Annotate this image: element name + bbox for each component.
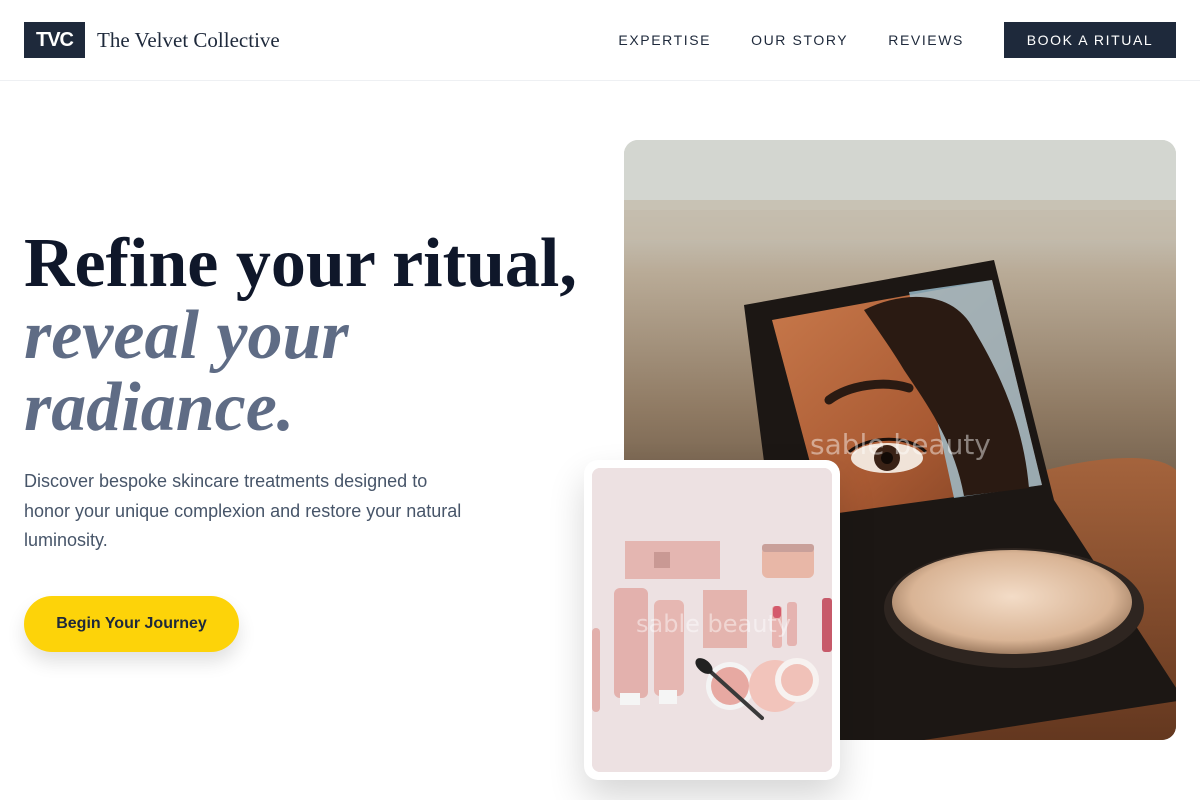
headline-line-3: radiance. xyxy=(24,369,295,446)
image-watermark: sable beauty xyxy=(810,428,991,461)
logo[interactable]: TVC xyxy=(24,22,85,58)
product-image-watermark: sable beauty xyxy=(636,610,792,638)
headline-line-1: Refine your ritual, xyxy=(24,225,577,302)
book-ritual-button[interactable]: BOOK A RITUAL xyxy=(1004,22,1176,58)
nav-link-expertise[interactable]: EXPERTISE xyxy=(618,32,711,48)
main-nav: EXPERTISE OUR STORY REVIEWS BOOK A RITUA… xyxy=(618,0,1176,80)
product-flatlay-image: sable beauty xyxy=(592,468,832,772)
headline-line-2: reveal your xyxy=(24,297,349,374)
hero-headline: Refine your ritual, reveal your radiance… xyxy=(24,228,604,444)
brand-name[interactable]: The Velvet Collective xyxy=(97,28,280,53)
product-image-card: sable beauty xyxy=(584,460,840,780)
begin-journey-button[interactable]: Begin Your Journey xyxy=(24,596,239,652)
nav-link-reviews[interactable]: REVIEWS xyxy=(888,32,964,48)
hero-subtext: Discover bespoke skincare treatments des… xyxy=(24,471,462,550)
nav-link-our-story[interactable]: OUR STORY xyxy=(751,32,848,48)
site-header: TVC The Velvet Collective EXPERTISE OUR … xyxy=(0,0,1200,81)
